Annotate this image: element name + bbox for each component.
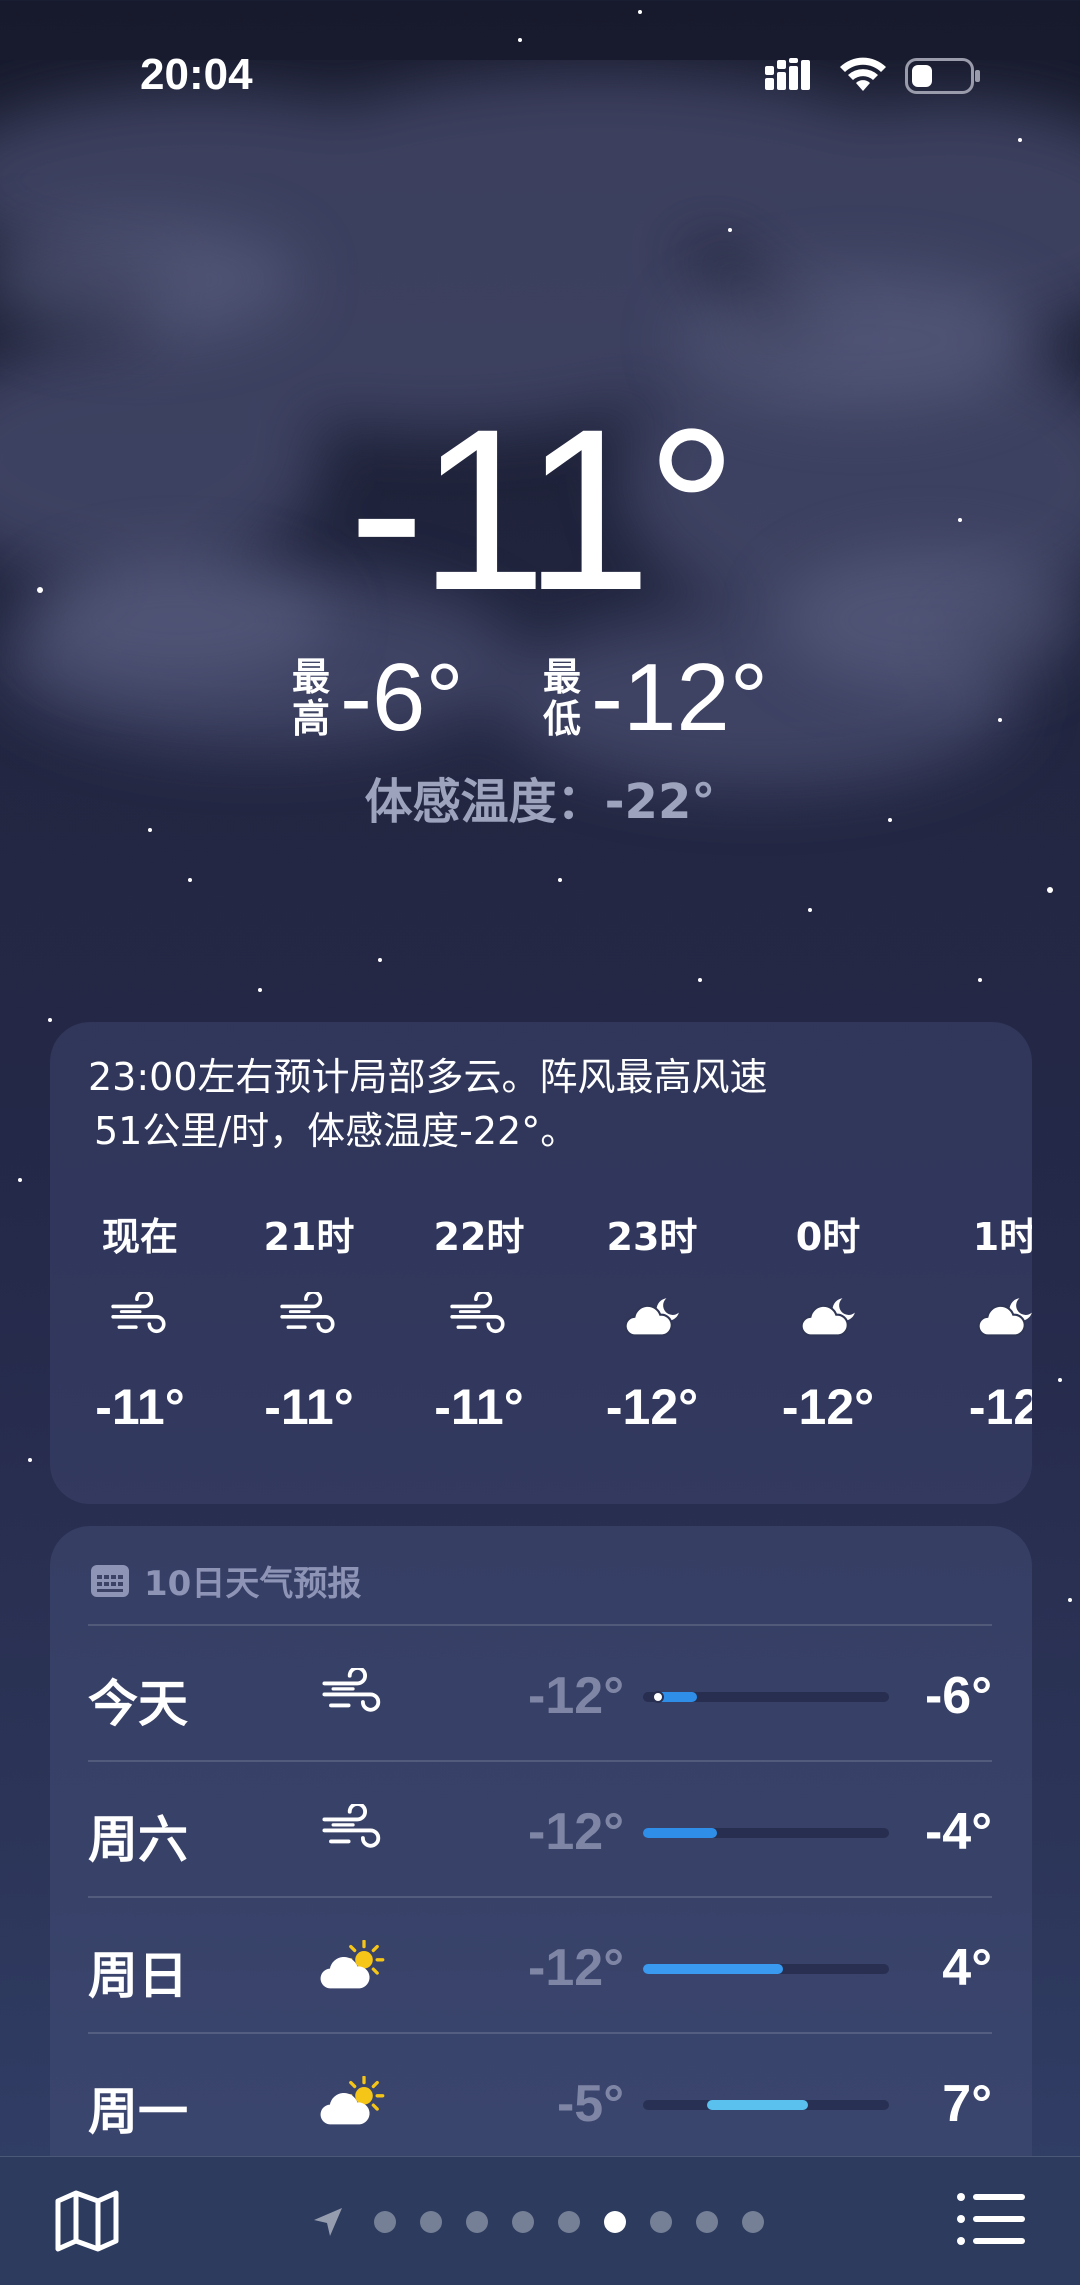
feels-like-temperature: 体感温度：-22° [364, 774, 716, 830]
hour-item: 1时 -12 [930, 1212, 1032, 1442]
day-name: 周一 [88, 2083, 188, 2141]
high-low-temperature: 最高 -6° 最低 -12° [0, 648, 1080, 748]
calendar-icon [91, 1564, 129, 1597]
temperature-range-fill [706, 2100, 808, 2110]
hourly-summary-line1: 23:00左右预计局部多云。阵风最高风速 [88, 1055, 768, 1099]
hourly-forecast-card[interactable]: 23:00左右预计局部多云。阵风最高风速 51公里/时，体感温度-22°。 现在… [50, 1022, 1032, 1504]
hour-label: 0时 [795, 1215, 861, 1259]
ten-day-forecast-title: 10日天气预报 [144, 1564, 362, 1604]
high-label: 最高 [292, 655, 331, 741]
map-icon[interactable] [52, 2185, 122, 2255]
hour-label: 21时 [263, 1215, 355, 1259]
temperature-range-bar [643, 2100, 889, 2110]
hour-label: 22时 [433, 1215, 525, 1259]
page-dot[interactable] [466, 2211, 488, 2233]
hour-label: 现在 [101, 1215, 178, 1259]
page-dot[interactable] [558, 2211, 580, 2233]
wind-icon [308, 1790, 398, 1870]
page-dot[interactable] [742, 2211, 764, 2233]
hour-item: 21时 -11° [234, 1212, 384, 1442]
location-arrow-icon[interactable] [310, 2204, 346, 2240]
wind-icon [404, 1262, 554, 1372]
partly-sunny-icon [308, 2062, 398, 2142]
page-indicator[interactable] [310, 2197, 776, 2247]
wifi-icon [840, 57, 886, 91]
partly-cloudy-night-icon [753, 1262, 903, 1372]
high-temperature: 最高 -6° [292, 648, 464, 748]
hour-item: 现在 -11° [65, 1212, 215, 1442]
partly-sunny-icon [308, 1926, 398, 2006]
hourly-summary: 23:00左右预计局部多云。阵风最高风速 51公里/时，体感温度-22°。 [88, 1050, 968, 1158]
page-dot[interactable] [420, 2211, 442, 2233]
daily-row[interactable]: 今天 -12° -6° [88, 1624, 992, 1760]
hour-temperature: -12 [968, 1379, 1032, 1435]
partly-cloudy-night-icon [577, 1262, 727, 1372]
temperature-range-bar [643, 1828, 889, 1838]
hour-item: 22时 -11° [404, 1212, 554, 1442]
daily-row[interactable]: 周六 -12° -4° [88, 1760, 992, 1896]
hour-item: 0时 -12° [753, 1212, 903, 1442]
day-high-temperature: -6° [924, 1667, 992, 1725]
day-low-temperature: -12° [528, 1939, 624, 1997]
temperature-range-fill [643, 1964, 784, 1974]
cellular-signal-icon [765, 58, 810, 90]
city-list-icon[interactable] [955, 2187, 1027, 2251]
temperature-range-bar [643, 1691, 889, 1703]
day-high-temperature: 7° [942, 2075, 992, 2133]
hour-temperature: -12° [605, 1379, 699, 1435]
day-high-temperature: 4° [942, 1939, 992, 1997]
temperature-range-fill [643, 1828, 717, 1838]
hour-temperature: -11° [434, 1379, 524, 1435]
day-name: 周日 [88, 1947, 188, 2005]
page-dot[interactable] [512, 2211, 534, 2233]
hour-temperature: -12° [781, 1379, 875, 1435]
low-value: -12° [591, 644, 769, 751]
current-temperature: -11° [348, 381, 737, 638]
day-low-temperature: -12° [528, 1667, 624, 1725]
day-name: 周六 [88, 1811, 188, 1869]
partly-cloudy-night-icon [930, 1262, 1032, 1372]
day-name: 今天 [88, 1675, 188, 1733]
battery-icon [905, 58, 980, 94]
ten-day-forecast-header: 10日天气预报 [90, 1556, 361, 1605]
temperature-range-bar [643, 1964, 889, 1974]
page-dot[interactable] [604, 2211, 626, 2233]
status-time: 20:04 [140, 50, 253, 99]
low-label: 最低 [543, 655, 582, 741]
wind-icon [308, 1654, 398, 1734]
page-dot[interactable] [374, 2211, 396, 2233]
hour-label: 23时 [606, 1215, 698, 1259]
day-low-temperature: -5° [556, 2075, 624, 2133]
day-high-temperature: -4° [924, 1803, 992, 1861]
status-bar: 20:04 [0, 0, 1080, 150]
hour-temperature: -11° [264, 1379, 354, 1435]
page-dot[interactable] [650, 2211, 672, 2233]
bottom-toolbar [0, 2156, 1080, 2285]
daily-row[interactable]: 周日 -12° 4° [88, 1896, 992, 2032]
wind-icon [65, 1262, 215, 1372]
hour-item: 23时 -12° [577, 1212, 727, 1442]
daily-row[interactable]: 周一 -5° 7° [88, 2032, 992, 2168]
day-low-temperature: -12° [528, 1803, 624, 1861]
hour-label: 1时 [972, 1215, 1032, 1259]
low-temperature: 最低 -12° [543, 648, 768, 748]
hour-temperature: -11° [95, 1379, 185, 1435]
wind-icon [234, 1262, 384, 1372]
high-value: -6° [340, 644, 464, 751]
page-dot[interactable] [696, 2211, 718, 2233]
current-temperature-dot [651, 1691, 664, 1703]
hourly-summary-line2: 51公里/时，体感温度-22°。 [94, 1109, 579, 1153]
